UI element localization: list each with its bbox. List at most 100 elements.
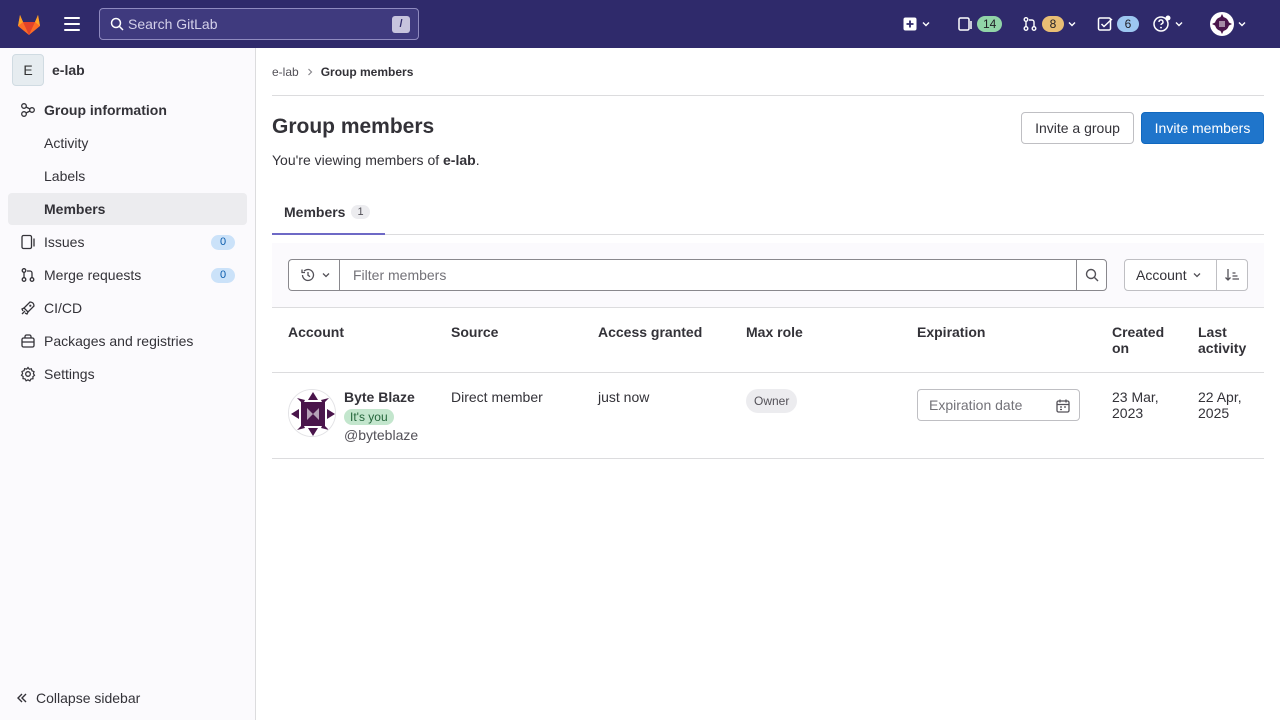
page-title: Group members — [272, 115, 435, 138]
column-header-access-granted: Access granted — [598, 324, 703, 340]
tab-members[interactable]: Members 1 — [272, 191, 385, 235]
breadcrumb: e-lab Group members — [272, 65, 413, 79]
column-header-max-role: Max role — [746, 324, 803, 340]
column-header-account: Account — [288, 324, 344, 340]
issues-icon — [21, 234, 35, 250]
expiration-date-input[interactable]: Expiration date — [929, 397, 1022, 413]
tabs: Members 1 — [272, 191, 1264, 235]
user-avatar-icon — [289, 390, 335, 436]
page-subtitle: You're viewing members of e-lab. — [272, 152, 480, 168]
rocket-icon — [21, 301, 35, 315]
column-header-source: Source — [451, 324, 499, 340]
merge-requests-count-badge: 0 — [211, 268, 235, 283]
search-input[interactable]: Search GitLab — [128, 16, 218, 32]
expiration-date-picker[interactable]: Expiration date — [917, 389, 1080, 421]
sidebar-item-label: Members — [44, 201, 106, 217]
member-source: Direct member — [451, 389, 543, 405]
table-divider — [272, 372, 1264, 373]
calendar-icon[interactable] — [1055, 398, 1071, 414]
menu-icon[interactable] — [60, 14, 84, 34]
search-box[interactable]: Search GitLab / — [99, 8, 419, 40]
gitlab-logo-icon[interactable] — [16, 11, 42, 37]
chevron-down-icon — [1068, 22, 1076, 27]
divider — [272, 95, 1264, 96]
sort-direction-button[interactable] — [1216, 259, 1248, 291]
sidebar-item-labels[interactable]: Labels — [8, 160, 247, 192]
sidebar-item-members[interactable]: Members — [8, 193, 247, 225]
tab-count-badge: 1 — [351, 205, 370, 219]
subtitle-group-name: e-lab — [443, 152, 476, 168]
chevron-down-icon — [322, 273, 329, 278]
gear-icon — [20, 366, 36, 382]
sidebar-item-merge-requests[interactable]: Merge requests 0 — [8, 259, 247, 291]
filter-members-input[interactable]: Filter members — [339, 259, 1077, 291]
sidebar-item-label: Merge requests — [44, 267, 142, 283]
user-menu-button[interactable] — [1210, 0, 1246, 48]
issues-nav-button[interactable]: 14 — [957, 0, 1003, 48]
plus-square-icon — [903, 17, 917, 31]
recent-searches-button[interactable] — [288, 259, 340, 291]
breadcrumb-current[interactable]: Group members — [321, 65, 414, 79]
issues-count-badge: 0 — [211, 235, 235, 250]
help-button[interactable] — [1153, 0, 1183, 48]
search-icon — [110, 17, 124, 31]
sidebar-item-issues[interactable]: Issues 0 — [8, 226, 247, 258]
filter-search-button[interactable] — [1076, 259, 1107, 291]
invite-group-button[interactable]: Invite a group — [1021, 112, 1134, 144]
issues-icon — [958, 17, 972, 31]
user-avatar-icon — [1210, 12, 1234, 36]
sidebar-item-activity[interactable]: Activity — [8, 127, 247, 159]
breadcrumb-parent-link[interactable]: e-lab — [272, 65, 299, 79]
merge-requests-nav-button[interactable]: 8 — [1022, 0, 1076, 48]
collapse-sidebar-button[interactable]: Collapse sidebar — [16, 690, 140, 706]
main-content: e-lab Group members Group members You're… — [256, 48, 1280, 720]
group-info-icon — [21, 103, 35, 117]
create-new-button[interactable] — [902, 0, 930, 48]
sidebar-item-label: CI/CD — [44, 300, 83, 316]
sidebar-item-label: Activity — [44, 135, 89, 151]
sidebar-item-packages-registries[interactable]: Packages and registries — [8, 325, 247, 357]
issues-count-badge: 14 — [977, 16, 1003, 32]
sidebar-item-settings[interactable]: Settings — [8, 358, 247, 390]
subtitle-prefix: You're viewing members of — [272, 152, 444, 168]
top-bar: Search GitLab / 14 8 6 — [0, 0, 1280, 48]
chevron-right-icon — [307, 68, 313, 76]
invite-members-button[interactable]: Invite members — [1141, 112, 1264, 144]
sidebar-item-label: Group information — [44, 102, 167, 118]
group-header[interactable]: E e-lab — [12, 54, 85, 86]
tab-label: Members — [284, 204, 346, 220]
todos-count-badge: 6 — [1117, 16, 1139, 32]
sidebar-item-group-information[interactable]: Group information — [8, 94, 247, 126]
its-you-badge: It's you — [344, 409, 394, 425]
search-icon — [1085, 268, 1098, 282]
filter-bar: Filter members Account — [272, 243, 1264, 308]
chevron-down-icon — [922, 22, 930, 27]
package-icon — [21, 334, 35, 348]
sidebar-item-ci-cd[interactable]: CI/CD — [8, 292, 247, 324]
chevron-down-icon — [1193, 273, 1201, 278]
sidebar-item-label: Issues — [44, 234, 85, 250]
sidebar: E e-lab Group information Activity Label… — [0, 48, 256, 720]
merge-requests-count-badge: 8 — [1042, 16, 1064, 32]
sidebar-item-label: Settings — [44, 366, 95, 382]
column-header-last-activity: Last activity — [1198, 324, 1247, 356]
max-role-badge: Owner — [746, 389, 798, 413]
todo-icon — [1097, 17, 1113, 31]
collapse-sidebar-label: Collapse sidebar — [36, 690, 141, 706]
sort-field-dropdown[interactable]: Account — [1124, 259, 1217, 291]
double-chevron-left-icon — [17, 693, 27, 703]
chevron-down-icon — [1175, 22, 1183, 27]
search-shortcut-key: / — [392, 16, 410, 33]
member-created-on: 23 Mar, 2023 — [1112, 389, 1159, 421]
avatar[interactable] — [288, 389, 336, 437]
merge-request-icon — [1023, 17, 1037, 31]
member-username: @byteblaze — [344, 427, 419, 443]
group-avatar: E — [12, 54, 44, 86]
member-name-link[interactable]: Byte Blaze — [344, 389, 415, 405]
todos-nav-button[interactable]: 6 — [1097, 0, 1139, 48]
group-name: e-lab — [52, 62, 85, 78]
merge-request-icon — [21, 268, 35, 282]
column-header-created-on: Created on — [1112, 324, 1165, 356]
member-last-activity: 22 Apr, 2025 — [1198, 389, 1242, 421]
sidebar-item-label: Packages and registries — [44, 333, 194, 349]
